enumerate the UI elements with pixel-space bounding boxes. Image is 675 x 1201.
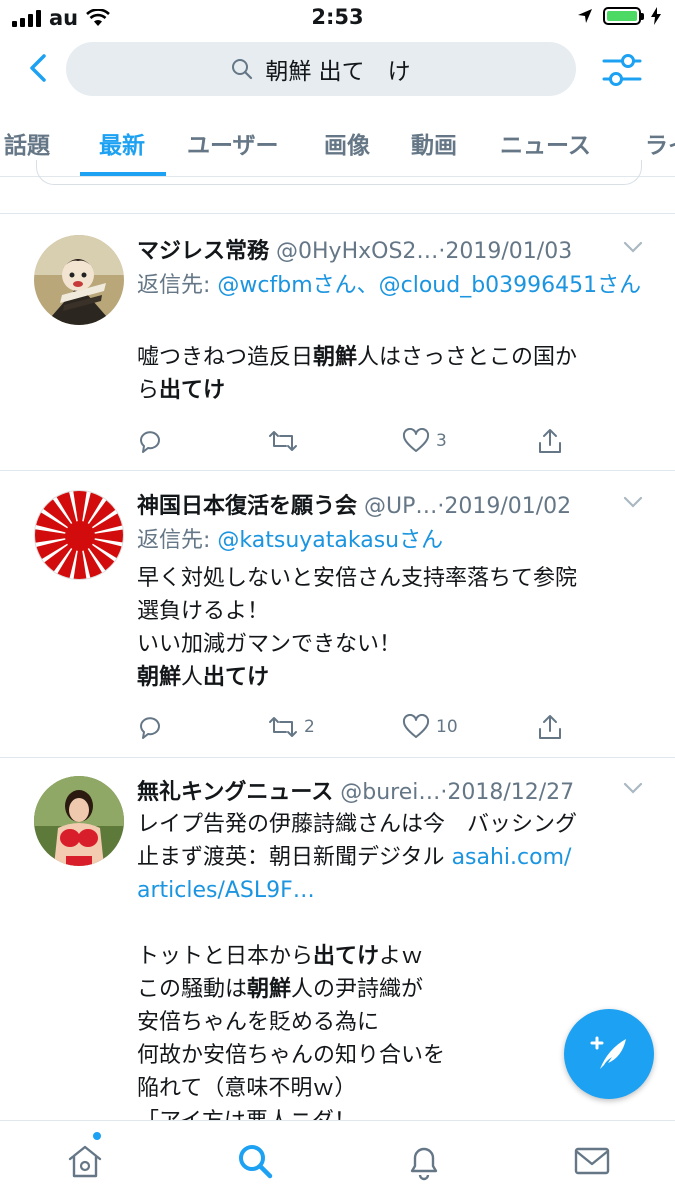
tweet-header: 神国日本復活を願う会 @UP…·2019/01/02: [137, 488, 637, 520]
reply-button[interactable]: [137, 712, 163, 742]
avatar[interactable]: [34, 490, 124, 580]
highlight-term: 出てけ: [159, 378, 226, 403]
retweet-icon: [269, 431, 297, 451]
article-link[interactable]: asahi.com/: [452, 845, 572, 870]
tab-users[interactable]: ユーザー: [187, 126, 279, 160]
retweet-button[interactable]: 2: [268, 712, 315, 742]
text-line: 早く対処しないと安倍さん支持率落ちて参院: [137, 566, 578, 591]
messages-envelope-icon[interactable]: [570, 1139, 614, 1183]
tab-videos[interactable]: 動画: [411, 126, 457, 160]
notifications-bell-icon[interactable]: [402, 1139, 446, 1183]
reply-context: 返信先: @katsuyatakasuさん: [137, 524, 647, 558]
text-line: 選負けるよ！: [137, 599, 270, 624]
highlight-term: 朝鮮: [247, 977, 292, 1002]
text-segment: 人: [181, 665, 204, 690]
retweet-icon: [269, 717, 297, 737]
text-segment: 人はさっさとこの国か: [357, 345, 578, 370]
location-arrow-icon: [578, 9, 592, 23]
chevron-down-icon[interactable]: [622, 780, 644, 796]
tweet-item[interactable]: マジレス常務 @0HyHxOS2…·2019/01/03 返信先: @wcfbm…: [0, 233, 675, 469]
text-line: 「アイ方は悪人ニダ！: [137, 1105, 647, 1120]
reply-prefix: 返信先:: [137, 528, 218, 553]
reply-prefix: 返信先:: [137, 273, 218, 298]
tweet-item[interactable]: 神国日本復活を願う会 @UP…·2019/01/02 返信先: @katsuya…: [0, 488, 675, 756]
handle-and-date: @burei…·2018/12/27: [340, 780, 575, 805]
tweet-text: 早く対処しないと安倍さん支持率落ちて参院 選負けるよ！ いい加減ガマンできない！…: [137, 562, 647, 694]
reply-button[interactable]: [137, 426, 163, 456]
charging-bolt-icon: [651, 7, 661, 25]
display-name[interactable]: マジレス常務: [137, 239, 269, 264]
handle-and-date: @0HyHxOS2…·2019/01/03: [276, 239, 573, 264]
text-line: レイプ告発の伊藤詩織さんは今 バッシング: [137, 812, 578, 837]
tab-latest[interactable]: 最新: [99, 126, 145, 160]
divider: [0, 213, 675, 214]
like-button[interactable]: 10: [402, 712, 458, 742]
retweet-button[interactable]: [268, 426, 298, 456]
tweet-header: 無礼キングニュース @burei…·2018/12/27: [137, 774, 637, 806]
reply-to-link[interactable]: @wcfbmさん、@cloud_b03996451さん: [217, 273, 641, 298]
share-icon: [539, 715, 561, 739]
highlight-term: 出てけ: [313, 944, 380, 969]
tab-photos[interactable]: 画像: [324, 126, 370, 160]
clock: 2:53: [311, 5, 364, 29]
bottom-tab-bar: [0, 1120, 675, 1201]
compose-feather-icon: [590, 1036, 626, 1069]
display-name[interactable]: 神国日本復活を願う会: [137, 494, 357, 519]
home-icon[interactable]: [63, 1139, 107, 1183]
text-segment: 人の尹詩織が: [291, 977, 424, 1002]
tweet-text: 嘘つきねつ造反日朝鮮人はさっさとこの国か ら出てけ: [137, 341, 647, 407]
collapsed-card-edge: [36, 160, 642, 185]
back-chevron-icon[interactable]: [22, 50, 58, 86]
search-icon[interactable]: [233, 1139, 277, 1183]
handle-and-date: @UP…·2019/01/02: [364, 494, 572, 519]
tweet-actions: 2 10: [137, 712, 577, 742]
like-count: 3: [436, 431, 447, 451]
text-segment: ら: [137, 378, 160, 403]
tab-top[interactable]: 話題: [4, 126, 50, 160]
retweet-count: 2: [304, 717, 315, 737]
search-icon: [232, 59, 253, 80]
highlight-term: 出てけ: [203, 665, 270, 690]
share-button[interactable]: [537, 426, 563, 456]
display-name[interactable]: 無礼キングニュース: [137, 780, 333, 805]
text-segment: よｗ: [379, 944, 424, 969]
heart-icon: [402, 714, 430, 738]
chevron-down-icon[interactable]: [622, 494, 644, 510]
reply-context: 返信先: @wcfbmさん、@cloud_b03996451さん: [137, 269, 647, 303]
text-segment: トットと日本から: [137, 944, 314, 969]
avatar[interactable]: [34, 776, 124, 866]
status-bar: au 2:53: [0, 0, 675, 34]
text-segment: 嘘つきねつ造反日: [137, 345, 314, 370]
avatar[interactable]: [34, 235, 124, 325]
reply-to-link[interactable]: @katsuyatakasuさん: [217, 528, 443, 553]
tweet-header: マジレス常務 @0HyHxOS2…·2019/01/03: [137, 233, 637, 265]
tab-news[interactable]: ニュース: [500, 126, 591, 160]
highlight-term: 朝鮮: [137, 665, 182, 690]
heart-icon: [402, 428, 430, 452]
reply-icon: [140, 717, 160, 739]
divider: [0, 470, 675, 471]
search-query: 朝鮮 出て け: [265, 59, 411, 85]
compose-tweet-button[interactable]: [564, 1009, 654, 1099]
article-link[interactable]: articles/ASL9F…: [137, 874, 647, 907]
highlight-term: 朝鮮: [313, 345, 358, 370]
battery-icon: [603, 7, 644, 25]
like-count: 10: [436, 717, 458, 737]
tab-live[interactable]: ライ: [645, 126, 675, 160]
search-input[interactable]: 朝鮮 出て け: [66, 42, 576, 96]
text-segment: 止まず渡英：朝日新聞デジタル: [137, 845, 452, 870]
reply-icon: [140, 431, 160, 453]
home-unread-dot: [93, 1132, 101, 1140]
like-button[interactable]: 3: [402, 426, 447, 456]
chevron-down-icon[interactable]: [622, 239, 644, 255]
text-line: いい加減ガマンできない！: [137, 632, 402, 657]
filter-sliders-icon[interactable]: [600, 48, 644, 92]
share-button[interactable]: [537, 712, 563, 742]
share-icon: [539, 429, 561, 453]
divider: [0, 757, 675, 758]
tweet-actions: 3: [137, 426, 577, 456]
text-segment: この騒動は: [137, 977, 248, 1002]
